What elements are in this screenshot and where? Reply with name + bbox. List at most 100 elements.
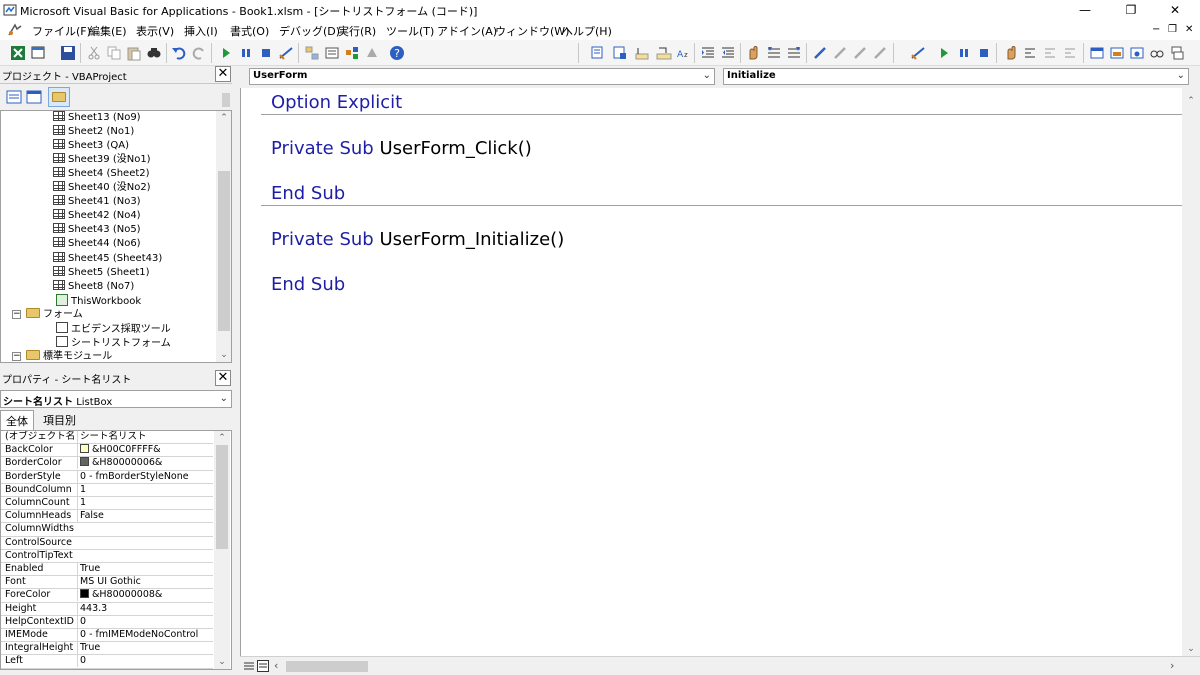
property-row[interactable]: HelpContextID 0 xyxy=(1,615,213,629)
view-code-icon[interactable] xyxy=(6,90,22,104)
procedure-combo[interactable]: Initialize ⌄ xyxy=(723,68,1189,85)
tree-item[interactable]: Sheet3 (QA) xyxy=(53,139,129,153)
property-row[interactable]: Enabled True xyxy=(1,563,213,577)
scroll-up-arrow[interactable]: ⌃ xyxy=(1182,96,1200,106)
paste-icon[interactable] xyxy=(126,45,142,61)
chevron-down-icon[interactable]: ⌄ xyxy=(703,70,711,81)
tree-item[interactable]: 標準モジュール xyxy=(26,349,112,362)
property-row[interactable]: ControlTipText xyxy=(1,550,213,563)
project-tree-scrollbar[interactable]: ⌃ ⌄ xyxy=(216,111,231,362)
property-value[interactable]: シート名リスト xyxy=(77,431,213,443)
property-row[interactable]: ForeColor &H80000008& xyxy=(1,589,213,603)
tree-item[interactable]: Sheet13 (No9) xyxy=(53,111,141,125)
chevron-down-icon[interactable]: ⌄ xyxy=(1177,70,1185,81)
project-tree-scroll-thumb[interactable] xyxy=(218,171,230,331)
menu-help[interactable]: ヘルプ(H) xyxy=(562,23,612,39)
project-close-button[interactable]: ✕ xyxy=(215,66,231,82)
tree-item[interactable]: Sheet44 (No6) xyxy=(53,237,141,251)
undo-icon[interactable] xyxy=(171,45,187,61)
property-row[interactable]: BorderStyle 0 - fmBorderStyleNone xyxy=(1,470,213,484)
excel-icon[interactable] xyxy=(10,45,26,61)
object-browser-icon[interactable] xyxy=(344,45,360,61)
property-value[interactable]: &H80000006& xyxy=(77,457,213,470)
tree-item[interactable]: Sheet2 (No1) xyxy=(53,125,134,139)
tree-item[interactable]: Sheet43 (No5) xyxy=(53,223,141,237)
restore-button[interactable]: ❐ xyxy=(1108,0,1154,20)
property-row[interactable]: ColumnHeads False xyxy=(1,510,213,524)
object-selector-combo[interactable]: シート名リスト ListBox ⌄ xyxy=(0,390,232,408)
scroll-up-arrow[interactable]: ⌃ xyxy=(214,433,230,443)
menu-addins[interactable]: アドイン(A) xyxy=(437,23,497,39)
menu-debug[interactable]: デバッグ(D) xyxy=(279,23,340,39)
tree-item[interactable]: シートリストフォーム xyxy=(56,335,171,350)
property-row[interactable]: ControlSource xyxy=(1,537,213,550)
property-value[interactable]: True xyxy=(77,642,213,655)
tree-item[interactable]: Sheet45 (Sheet43) xyxy=(53,251,162,266)
outdent-icon[interactable] xyxy=(720,45,736,61)
menu-window[interactable]: ウィンドウ(W) xyxy=(495,23,569,39)
toolbar-overflow-grip[interactable] xyxy=(222,93,230,107)
quick-watch-icon[interactable] xyxy=(1149,45,1165,61)
tree-item[interactable]: Sheet39 (没No1) xyxy=(53,153,151,167)
property-value[interactable]: 1 xyxy=(77,497,213,509)
cut-icon[interactable] xyxy=(86,45,102,61)
property-value[interactable]: 0 - fmBorderStyleNone xyxy=(77,470,213,483)
immediate-window-icon[interactable] xyxy=(1109,45,1125,61)
property-value[interactable]: MS UI Gothic xyxy=(77,576,213,589)
property-row[interactable]: ColumnCount 1 xyxy=(1,497,213,511)
menu-file[interactable]: ファイル(F) xyxy=(32,23,91,39)
close-window-button[interactable]: ✕ xyxy=(1152,0,1198,20)
help-icon[interactable]: ? xyxy=(389,45,405,61)
comment-block-icon[interactable] xyxy=(766,45,782,61)
previous-bookmark-icon[interactable] xyxy=(852,45,868,61)
toggle-breakpoint-icon[interactable] xyxy=(745,45,761,61)
run-icon[interactable] xyxy=(218,45,234,61)
doc-close-button[interactable]: ✕ xyxy=(1185,24,1193,35)
code-editor[interactable]: Option Explicit Private Sub UserForm_Cli… xyxy=(240,88,1183,656)
tree-item[interactable]: Sheet40 (没No2) xyxy=(53,181,151,195)
collapse-toggle[interactable]: − xyxy=(12,309,21,319)
property-value[interactable]: True xyxy=(77,563,213,575)
tree-item[interactable]: フォーム xyxy=(26,307,83,322)
property-row[interactable]: IntegralHeight True xyxy=(1,642,213,656)
property-value[interactable]: 0 xyxy=(77,615,213,628)
list-constants-icon[interactable] xyxy=(612,45,628,61)
indent-icon[interactable] xyxy=(700,45,716,61)
menu-run[interactable]: 実行(R) xyxy=(338,23,376,39)
minimize-button[interactable]: — xyxy=(1062,0,1108,20)
properties-window-icon[interactable] xyxy=(324,45,340,61)
bookmark-toggle-icon[interactable] xyxy=(812,45,828,61)
horizontal-scroll-thumb[interactable] xyxy=(286,661,368,672)
menu-tools[interactable]: ツール(T) xyxy=(386,23,434,39)
property-row[interactable]: Font MS UI Gothic xyxy=(1,576,213,590)
property-value[interactable]: &H00C0FFFF& xyxy=(77,444,213,457)
toolbox-icon[interactable] xyxy=(364,45,380,61)
design-mode-icon-2[interactable] xyxy=(910,45,926,61)
reset-icon-2[interactable] xyxy=(976,45,992,61)
tree-item[interactable]: Sheet8 (No7) xyxy=(53,279,134,294)
step-out-icon[interactable] xyxy=(1063,45,1079,61)
property-value[interactable]: 0 - fmIMEModeNoControl xyxy=(77,629,213,641)
step-over-icon[interactable] xyxy=(1043,45,1059,61)
scroll-right-arrow[interactable]: › xyxy=(1170,659,1174,672)
scroll-down-arrow[interactable]: ⌄ xyxy=(1182,644,1200,654)
property-row[interactable]: Height 443.3 xyxy=(1,602,213,616)
tab-alphabetic[interactable]: 全体 xyxy=(0,410,34,430)
scroll-down-arrow[interactable]: ⌄ xyxy=(216,350,231,360)
property-row[interactable]: IMEMode 0 - fmIMEModeNoControl xyxy=(1,629,213,643)
list-properties-icon[interactable] xyxy=(590,45,606,61)
property-row[interactable]: ColumnWidths xyxy=(1,523,213,537)
properties-scroll-thumb[interactable] xyxy=(216,445,228,549)
full-module-view-icon[interactable] xyxy=(257,660,269,672)
parameter-info-icon[interactable] xyxy=(656,45,672,61)
code-vertical-scrollbar[interactable]: ⌃ ⌄ xyxy=(1182,88,1200,656)
properties-scrollbar[interactable]: ⌃ ⌄ xyxy=(214,431,230,669)
collapse-toggle[interactable]: − xyxy=(12,351,21,361)
project-explorer-icon[interactable] xyxy=(304,45,320,61)
break-icon[interactable] xyxy=(238,45,254,61)
break-icon-2[interactable] xyxy=(956,45,972,61)
reset-icon[interactable] xyxy=(258,45,274,61)
property-row[interactable]: BackColor &H00C0FFFF& xyxy=(1,444,213,458)
property-row[interactable]: (オブジェクト名) シート名リスト xyxy=(1,431,213,445)
redo-icon[interactable] xyxy=(191,45,207,61)
